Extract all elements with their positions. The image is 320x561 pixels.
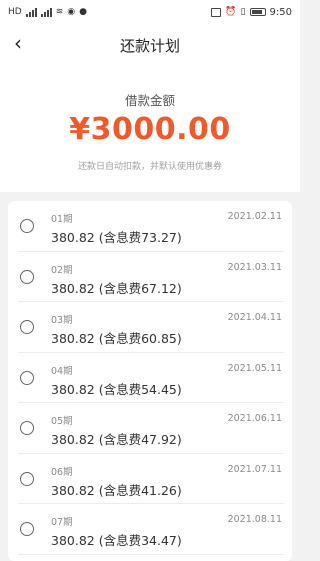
status-bar-right: ⏰ ▯ 9:50 (211, 7, 292, 18)
plan-row[interactable]: 07期 2021.08.11 380.82 (含息费34.47) (18, 504, 284, 555)
due-date: 2021.04.11 (227, 312, 282, 323)
due-date: 2021.06.11 (227, 413, 282, 424)
signal-icon (25, 7, 37, 17)
radio-button[interactable] (20, 471, 34, 486)
installment-amount: 380.82 (含息费73.27) (51, 230, 182, 245)
chat-icon: ● (79, 7, 87, 17)
period-label: 01期 (51, 214, 73, 225)
installment-amount: 380.82 (含息费47.92) (51, 432, 182, 447)
due-date: 2021.05.11 (227, 362, 282, 374)
alarm-icon: ⏰ (225, 7, 237, 17)
due-date: 2021.07.11 (227, 463, 282, 475)
radio-button[interactable] (20, 269, 34, 284)
status-time: 9:50 (269, 6, 292, 18)
due-date: 2021.03.11 (227, 261, 282, 273)
page-title: 还款计划 (119, 37, 180, 55)
installment-amount: 380.82 (含息费67.12) (51, 280, 182, 296)
installment-amount: 380.82 (含息费60.85) (51, 331, 182, 346)
plan-row[interactable]: 03期 2021.04.11 380.82 (含息费60.85) (18, 302, 284, 353)
period-label: 02期 (51, 264, 73, 276)
radio-button[interactable] (20, 421, 34, 435)
due-date: 2021.08.11 (227, 514, 282, 525)
due-date: 2021.02.11 (227, 211, 282, 222)
period-label: 04期 (51, 365, 73, 377)
plan-row[interactable]: 01期 2021.02.11 380.82 (含息费73.27) (18, 201, 284, 252)
repayment-plan-list: 01期 2021.02.11 380.82 (含息费73.27) 02期 202… (8, 201, 292, 561)
installment-amount: 380.82 (含息费54.45) (51, 381, 182, 397)
radio-button[interactable] (20, 370, 34, 385)
loan-amount-value: ¥3000.00 (69, 112, 231, 147)
weibo-icon: ◉ (67, 7, 76, 17)
radio-button[interactable] (20, 522, 34, 536)
header: ‹ 还款计划 借款金额 ¥3000.00 还款日自动扣款，并默认使用优惠券 (0, 24, 300, 192)
vibrate-icon: ▯ (240, 7, 246, 17)
battery-icon (249, 8, 266, 16)
period-label: 03期 (51, 315, 73, 326)
auto-debit-note: 还款日自动扣款，并默认使用优惠券 (77, 162, 222, 172)
hd-icon: HD (8, 7, 22, 17)
radio-button[interactable] (20, 320, 34, 334)
period-label: 07期 (51, 517, 73, 528)
plan-row[interactable]: 06期 2021.07.11 380.82 (含息费41.26) (18, 454, 284, 504)
plan-row[interactable]: 02期 2021.03.11 380.82 (含息费67.12) (18, 252, 284, 302)
status-bar-left: HD ≋ ◉ ● (8, 7, 87, 17)
installment-amount: 380.82 (含息费34.47) (51, 533, 182, 548)
plan-row[interactable]: 05期 2021.06.11 380.82 (含息费47.92) (18, 403, 284, 454)
period-label: 06期 (51, 466, 73, 478)
nfc-icon (211, 7, 222, 17)
installment-amount: 380.82 (含息费41.26) (51, 482, 182, 498)
status-bar: HD ≋ ◉ ● ⏰ ▯ 9:50 (0, 0, 300, 24)
wifi-icon: ≋ (55, 7, 64, 17)
loan-amount-label: 借款金额 (124, 93, 175, 108)
period-label: 05期 (51, 416, 73, 427)
radio-button[interactable] (20, 219, 34, 233)
plan-row[interactable]: 04期 2021.05.11 380.82 (含息费54.45) (18, 353, 284, 403)
signal-icon-2 (40, 7, 52, 17)
